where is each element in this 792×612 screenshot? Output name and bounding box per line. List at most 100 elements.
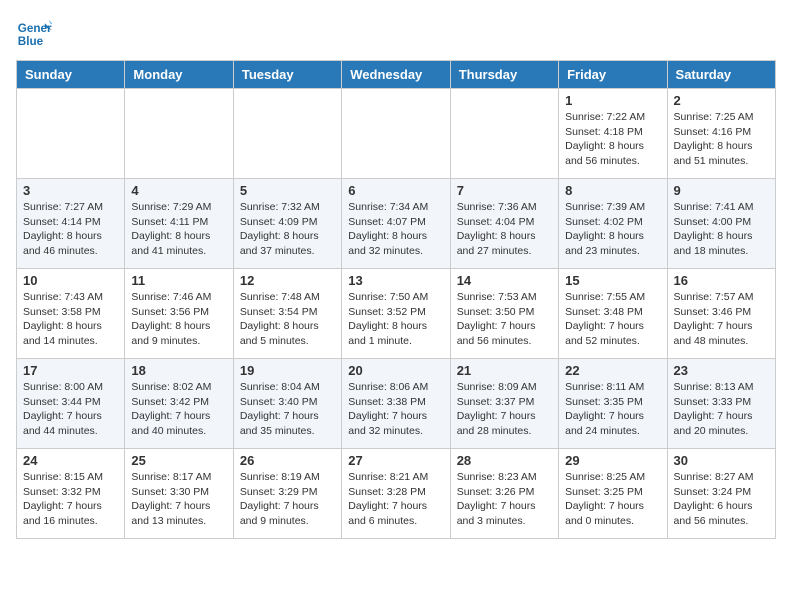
day-cell: 14Sunrise: 7:53 AM Sunset: 3:50 PM Dayli… xyxy=(450,269,558,359)
day-info: Sunrise: 7:27 AM Sunset: 4:14 PM Dayligh… xyxy=(23,200,118,259)
day-number: 29 xyxy=(565,453,660,468)
day-info: Sunrise: 8:15 AM Sunset: 3:32 PM Dayligh… xyxy=(23,470,118,529)
weekday-header-row: SundayMondayTuesdayWednesdayThursdayFrid… xyxy=(17,61,776,89)
day-info: Sunrise: 8:23 AM Sunset: 3:26 PM Dayligh… xyxy=(457,470,552,529)
weekday-header-friday: Friday xyxy=(559,61,667,89)
page-header: General Blue xyxy=(16,16,776,52)
day-info: Sunrise: 7:29 AM Sunset: 4:11 PM Dayligh… xyxy=(131,200,226,259)
day-number: 20 xyxy=(348,363,443,378)
day-number: 22 xyxy=(565,363,660,378)
day-cell: 30 Sunrise: 8:27 AM Sunset: 3:24 PM Dayli… xyxy=(667,449,775,539)
day-number: 17 xyxy=(23,363,118,378)
day-cell: 18 Sunrise: 8:02 AM Sunset: 3:42 PM Dayli… xyxy=(125,359,233,449)
weekday-header-tuesday: Tuesday xyxy=(233,61,341,89)
day-cell: 17Sunrise: 8:00 AM Sunset: 3:44 PM Dayli… xyxy=(17,359,125,449)
day-cell xyxy=(450,89,558,179)
day-info: Sunrise: 7:55 AM Sunset: 3:48 PM Dayligh… xyxy=(565,290,660,349)
day-info: Sunrise: 8:11 AM Sunset: 3:35 PM Dayligh… xyxy=(565,380,660,439)
day-number: 15 xyxy=(565,273,660,288)
day-info: Sunrise: 8:21 AM Sunset: 3:28 PM Dayligh… xyxy=(348,470,443,529)
week-row-4: 17Sunrise: 8:00 AM Sunset: 3:44 PM Dayli… xyxy=(17,359,776,449)
day-cell: 4 Sunrise: 7:29 AM Sunset: 4:11 PM Daylig… xyxy=(125,179,233,269)
day-cell: 6 Sunrise: 7:34 AM Sunset: 4:07 PM Daylig… xyxy=(342,179,450,269)
day-info: Sunrise: 7:50 AM Sunset: 3:52 PM Dayligh… xyxy=(348,290,443,349)
day-info: Sunrise: 8:13 AM Sunset: 3:33 PM Dayligh… xyxy=(674,380,769,439)
day-cell: 24 Sunrise: 8:15 AM Sunset: 3:32 PM Dayli… xyxy=(17,449,125,539)
day-number: 6 xyxy=(348,183,443,198)
day-number: 11 xyxy=(131,273,226,288)
day-cell: 16Sunrise: 7:57 AM Sunset: 3:46 PM Dayli… xyxy=(667,269,775,359)
day-number: 14 xyxy=(457,273,552,288)
day-cell xyxy=(342,89,450,179)
day-cell: 3 Sunrise: 7:27 AM Sunset: 4:14 PM Daylig… xyxy=(17,179,125,269)
day-number: 2 xyxy=(674,93,769,108)
weekday-header-sunday: Sunday xyxy=(17,61,125,89)
day-number: 23 xyxy=(674,363,769,378)
week-row-1: 1Sunrise: 7:22 AM Sunset: 4:18 PM Daylig… xyxy=(17,89,776,179)
day-info: Sunrise: 8:09 AM Sunset: 3:37 PM Dayligh… xyxy=(457,380,552,439)
day-info: Sunrise: 7:46 AM Sunset: 3:56 PM Dayligh… xyxy=(131,290,226,349)
day-cell: 12 Sunrise: 7:48 AM Sunset: 3:54 PM Dayli… xyxy=(233,269,341,359)
logo: General Blue xyxy=(16,16,52,52)
day-info: Sunrise: 7:22 AM Sunset: 4:18 PM Dayligh… xyxy=(565,110,660,169)
weekday-header-monday: Monday xyxy=(125,61,233,89)
day-info: Sunrise: 7:43 AM Sunset: 3:58 PM Dayligh… xyxy=(23,290,118,349)
day-info: Sunrise: 7:39 AM Sunset: 4:02 PM Dayligh… xyxy=(565,200,660,259)
day-number: 18 xyxy=(131,363,226,378)
day-info: Sunrise: 7:25 AM Sunset: 4:16 PM Dayligh… xyxy=(674,110,769,169)
weekday-header-saturday: Saturday xyxy=(667,61,775,89)
weekday-header-wednesday: Wednesday xyxy=(342,61,450,89)
day-number: 27 xyxy=(348,453,443,468)
day-info: Sunrise: 7:48 AM Sunset: 3:54 PM Dayligh… xyxy=(240,290,335,349)
logo-icon: General Blue xyxy=(16,16,52,52)
day-info: Sunrise: 8:27 AM Sunset: 3:24 PM Dayligh… xyxy=(674,470,769,529)
day-number: 25 xyxy=(131,453,226,468)
day-cell: 10 Sunrise: 7:43 AM Sunset: 3:58 PM Dayli… xyxy=(17,269,125,359)
day-cell xyxy=(125,89,233,179)
day-cell: 23 Sunrise: 8:13 AM Sunset: 3:33 PM Dayli… xyxy=(667,359,775,449)
day-cell xyxy=(17,89,125,179)
day-info: Sunrise: 8:25 AM Sunset: 3:25 PM Dayligh… xyxy=(565,470,660,529)
day-cell: 22 Sunrise: 8:11 AM Sunset: 3:35 PM Dayli… xyxy=(559,359,667,449)
day-number: 28 xyxy=(457,453,552,468)
day-info: Sunrise: 7:41 AM Sunset: 4:00 PM Dayligh… xyxy=(674,200,769,259)
week-row-5: 24 Sunrise: 8:15 AM Sunset: 3:32 PM Dayli… xyxy=(17,449,776,539)
week-row-3: 10 Sunrise: 7:43 AM Sunset: 3:58 PM Dayli… xyxy=(17,269,776,359)
day-number: 30 xyxy=(674,453,769,468)
day-cell: 8Sunrise: 7:39 AM Sunset: 4:02 PM Daylig… xyxy=(559,179,667,269)
day-cell: 26 Sunrise: 8:19 AM Sunset: 3:29 PM Dayli… xyxy=(233,449,341,539)
day-info: Sunrise: 8:04 AM Sunset: 3:40 PM Dayligh… xyxy=(240,380,335,439)
day-info: Sunrise: 7:36 AM Sunset: 4:04 PM Dayligh… xyxy=(457,200,552,259)
day-number: 4 xyxy=(131,183,226,198)
weekday-header-thursday: Thursday xyxy=(450,61,558,89)
day-number: 7 xyxy=(457,183,552,198)
day-number: 19 xyxy=(240,363,335,378)
day-number: 9 xyxy=(674,183,769,198)
day-info: Sunrise: 8:17 AM Sunset: 3:30 PM Dayligh… xyxy=(131,470,226,529)
day-cell: 21Sunrise: 8:09 AM Sunset: 3:37 PM Dayli… xyxy=(450,359,558,449)
calendar-table: SundayMondayTuesdayWednesdayThursdayFrid… xyxy=(16,60,776,539)
day-cell: 7 Sunrise: 7:36 AM Sunset: 4:04 PM Daylig… xyxy=(450,179,558,269)
day-number: 13 xyxy=(348,273,443,288)
day-info: Sunrise: 8:19 AM Sunset: 3:29 PM Dayligh… xyxy=(240,470,335,529)
day-number: 10 xyxy=(23,273,118,288)
day-number: 12 xyxy=(240,273,335,288)
day-info: Sunrise: 7:34 AM Sunset: 4:07 PM Dayligh… xyxy=(348,200,443,259)
day-cell: 20 Sunrise: 8:06 AM Sunset: 3:38 PM Dayli… xyxy=(342,359,450,449)
day-info: Sunrise: 8:02 AM Sunset: 3:42 PM Dayligh… xyxy=(131,380,226,439)
day-number: 24 xyxy=(23,453,118,468)
day-cell: 9 Sunrise: 7:41 AM Sunset: 4:00 PM Daylig… xyxy=(667,179,775,269)
day-number: 5 xyxy=(240,183,335,198)
day-number: 26 xyxy=(240,453,335,468)
day-cell: 29 Sunrise: 8:25 AM Sunset: 3:25 PM Dayli… xyxy=(559,449,667,539)
day-cell: 2 Sunrise: 7:25 AM Sunset: 4:16 PM Daylig… xyxy=(667,89,775,179)
day-number: 3 xyxy=(23,183,118,198)
day-number: 16 xyxy=(674,273,769,288)
svg-text:Blue: Blue xyxy=(18,35,44,48)
day-cell: 15 Sunrise: 7:55 AM Sunset: 3:48 PM Dayli… xyxy=(559,269,667,359)
day-cell: 1Sunrise: 7:22 AM Sunset: 4:18 PM Daylig… xyxy=(559,89,667,179)
day-cell: 25 Sunrise: 8:17 AM Sunset: 3:30 PM Dayli… xyxy=(125,449,233,539)
day-info: Sunrise: 8:06 AM Sunset: 3:38 PM Dayligh… xyxy=(348,380,443,439)
day-info: Sunrise: 7:32 AM Sunset: 4:09 PM Dayligh… xyxy=(240,200,335,259)
day-cell: 28 Sunrise: 8:23 AM Sunset: 3:26 PM Dayli… xyxy=(450,449,558,539)
